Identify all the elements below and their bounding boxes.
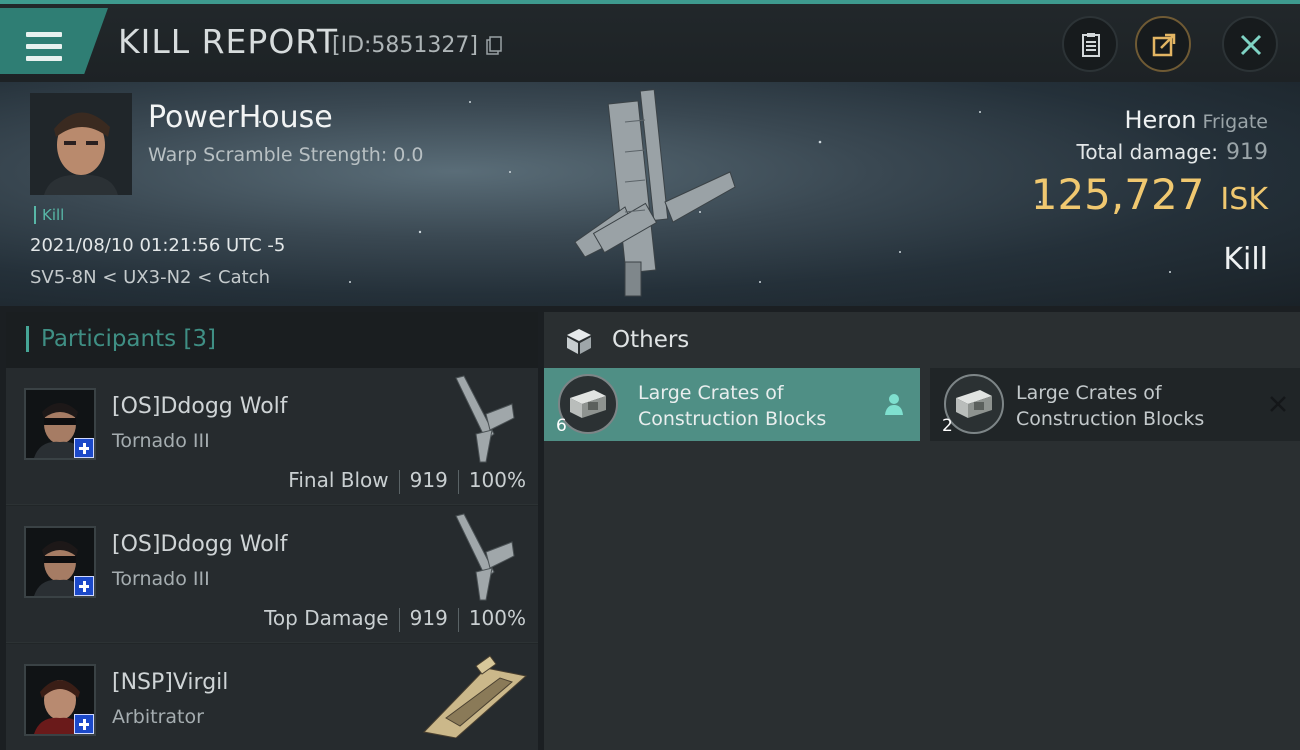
item-name-line-1: Large Crates of xyxy=(1016,382,1162,404)
item-name: Large Crates of Construction Blocks xyxy=(1016,380,1204,432)
participant-percent: 100% xyxy=(468,468,526,492)
report-id: [ID:5851327] xyxy=(332,33,478,58)
participants-panel: Participants [3] [OS]Ddogg Wolf Tornado … xyxy=(6,312,538,750)
participant-ship: Tornado III xyxy=(112,430,210,452)
menu-button[interactable] xyxy=(0,8,108,74)
participants-title: Participants [3] xyxy=(26,326,216,352)
others-title: Others xyxy=(612,327,690,353)
item-name-line-2: Construction Blocks xyxy=(638,408,827,430)
clipboard-icon xyxy=(1082,33,1100,57)
box-icon xyxy=(567,329,591,354)
participant-portrait[interactable] xyxy=(24,526,96,598)
ship-class: Frigate xyxy=(1202,111,1268,133)
item-quantity: 6 xyxy=(556,416,567,436)
crate-icon xyxy=(956,390,992,418)
participant-damage: 919 xyxy=(409,468,448,492)
participant-stats: Top Damage 919 100% xyxy=(264,606,526,632)
corp-badge-icon xyxy=(74,714,94,734)
crate-icon xyxy=(570,390,606,418)
participant-row[interactable]: [NSP]Virgil Arbitrator xyxy=(6,644,538,750)
share-button[interactable] xyxy=(1135,16,1191,72)
kill-timestamp: 2021/08/10 01:21:56 UTC -5 xyxy=(30,235,286,256)
participant-row[interactable]: [OS]Ddogg Wolf Tornado III Final Blow 919… xyxy=(6,368,538,505)
warp-scramble-strength: Warp Scramble Strength: 0.0 xyxy=(148,144,424,166)
others-panel: Others 6 Large Crates of Construction Bl… xyxy=(544,312,1300,750)
victim-name: PowerHouse xyxy=(148,100,333,135)
participant-name: [OS]Ddogg Wolf xyxy=(112,394,288,419)
item-icon xyxy=(558,374,618,434)
corp-badge-icon xyxy=(74,438,94,458)
share-icon xyxy=(1152,33,1176,57)
ship-name: Heron xyxy=(1124,106,1197,134)
item-name-line-1: Large Crates of xyxy=(638,382,784,404)
participant-ship: Arbitrator xyxy=(112,706,204,728)
item-quantity: 2 xyxy=(942,416,953,436)
others-header: Others xyxy=(544,312,1300,368)
kill-location: SV5-8N < UX3-N2 < Catch xyxy=(30,267,270,288)
person-icon[interactable] xyxy=(884,392,904,416)
total-damage: Total damage: 919 xyxy=(1077,140,1269,165)
item-icon xyxy=(944,374,1004,434)
victim-portrait[interactable] xyxy=(30,93,132,195)
participant-row[interactable]: [OS]Ddogg Wolf Tornado III Top Damage 919… xyxy=(6,506,538,643)
participant-role: Final Blow xyxy=(288,468,389,492)
item-name-line-2: Construction Blocks xyxy=(1016,408,1205,430)
participant-ship-thumbnail xyxy=(455,375,515,463)
top-bar: KILL REPORT [ID:5851327] xyxy=(0,0,1300,82)
close-icon xyxy=(1240,34,1262,56)
clipboard-button[interactable] xyxy=(1062,16,1118,72)
participant-stats: Final Blow 919 100% xyxy=(288,468,526,494)
participant-portrait[interactable] xyxy=(24,664,96,736)
victim-ship: Heron Frigate xyxy=(1124,106,1268,134)
participant-portrait[interactable] xyxy=(24,388,96,460)
menu-icon[interactable] xyxy=(26,32,62,62)
isk-amount: 125,727 xyxy=(1030,170,1205,219)
item-slot-selected[interactable]: 6 Large Crates of Construction Blocks xyxy=(544,368,920,441)
isk-value: 125,727 ISK xyxy=(1031,170,1268,219)
victim-ship-render xyxy=(574,89,736,297)
total-damage-label: Total damage: xyxy=(1076,140,1219,164)
participant-damage: 919 xyxy=(409,606,448,630)
corp-badge-icon xyxy=(74,576,94,596)
participant-ship-thumbnail xyxy=(455,513,515,601)
victim-summary: PowerHouse Warp Scramble Strength: 0.0 K… xyxy=(0,82,1300,306)
copy-icon[interactable] xyxy=(486,36,502,56)
participants-header: Participants [3] xyxy=(6,312,538,368)
isk-unit: ISK xyxy=(1220,182,1268,217)
participant-ship: Tornado III xyxy=(112,568,210,590)
close-button[interactable] xyxy=(1222,16,1278,72)
participant-ship-thumbnail xyxy=(422,655,528,738)
result-label: Kill xyxy=(1223,242,1268,277)
participant-percent: 100% xyxy=(468,606,526,630)
item-slot[interactable]: 2 Large Crates of Construction Blocks xyxy=(930,368,1300,441)
participant-role: Top Damage xyxy=(264,606,389,630)
participant-name: [NSP]Virgil xyxy=(112,670,229,695)
participant-name: [OS]Ddogg Wolf xyxy=(112,532,288,557)
close-x-icon[interactable] xyxy=(1268,394,1288,414)
total-damage-value: 919 xyxy=(1226,140,1268,165)
accent-line xyxy=(0,0,1300,4)
item-name: Large Crates of Construction Blocks xyxy=(638,380,826,432)
kill-tag: Kill xyxy=(34,206,64,224)
page-title: KILL REPORT xyxy=(118,22,338,61)
